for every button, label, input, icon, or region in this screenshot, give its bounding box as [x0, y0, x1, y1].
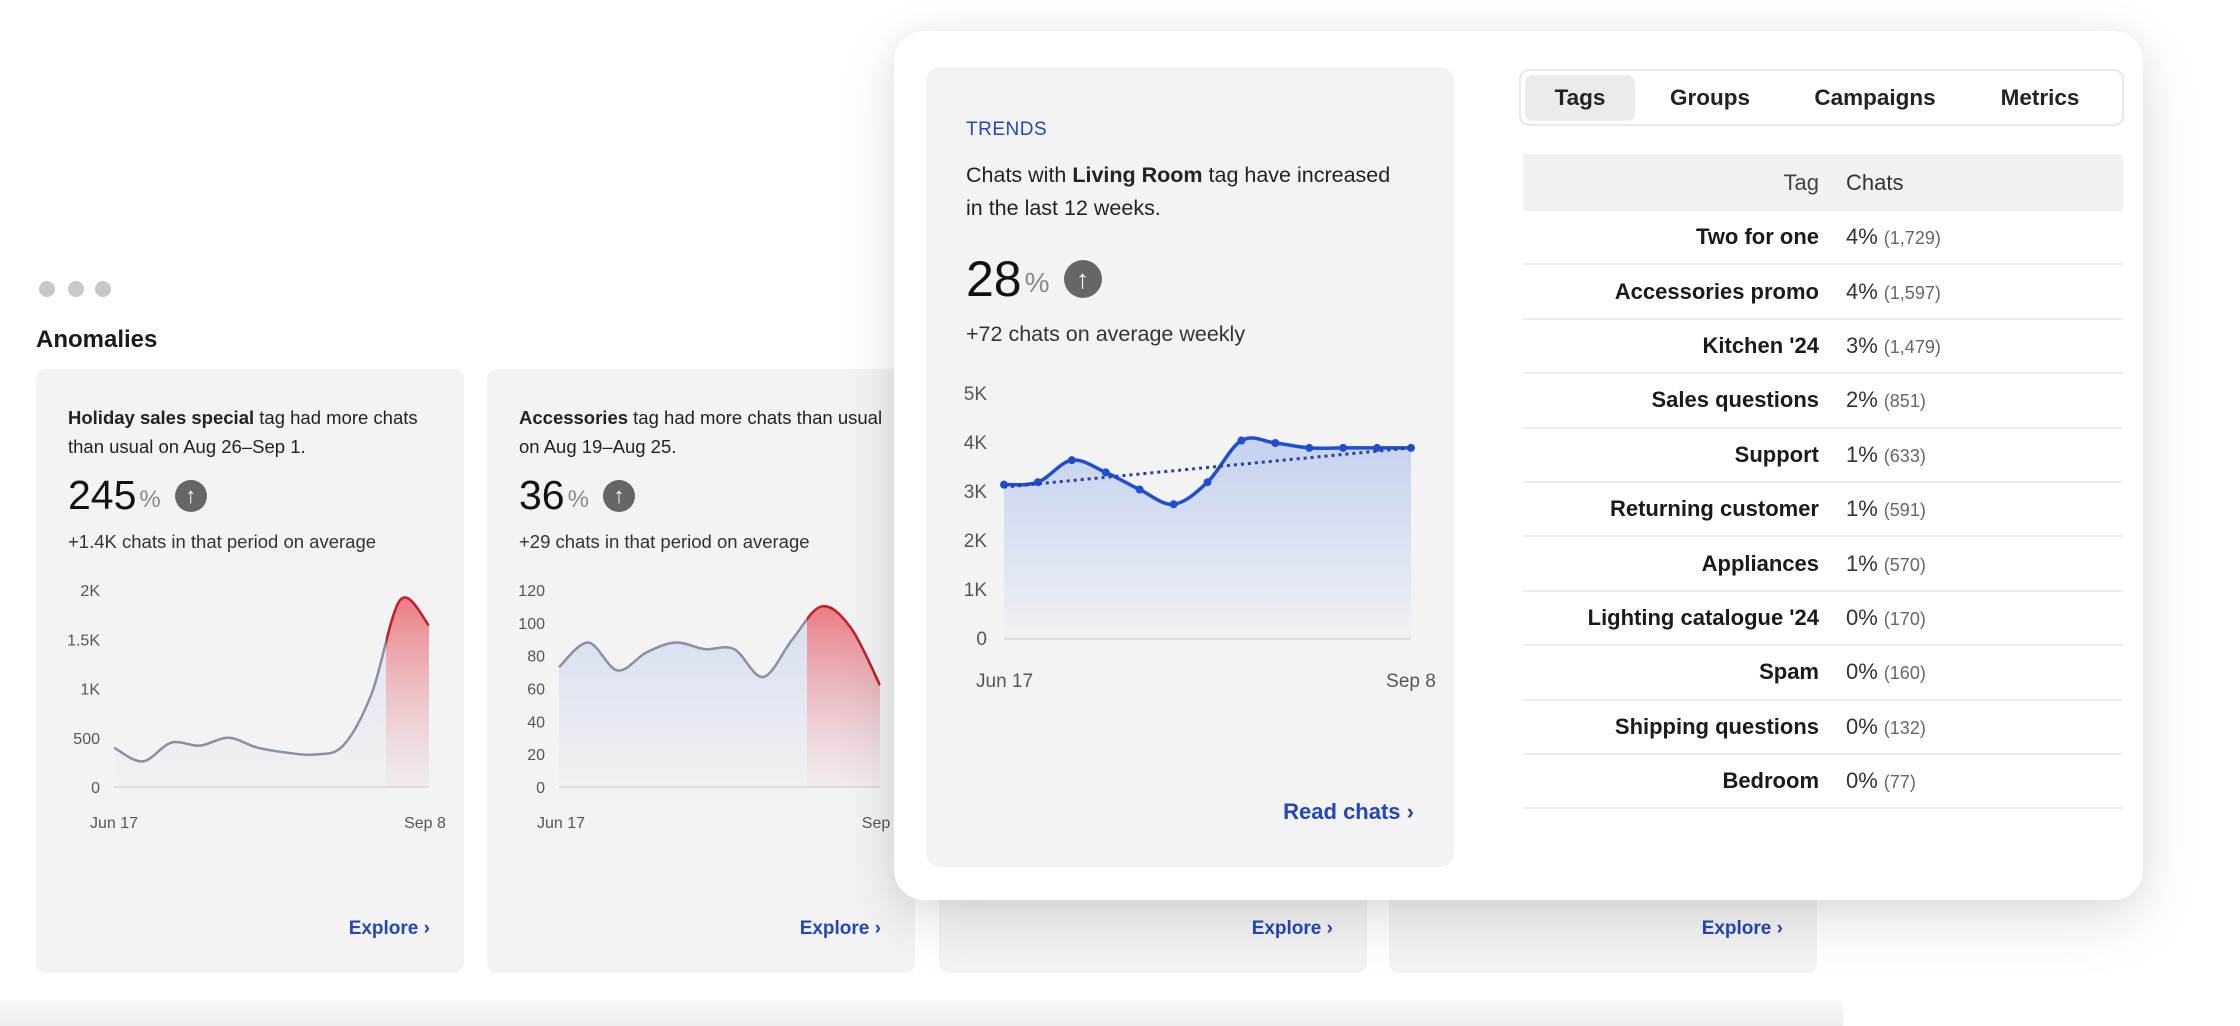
y-tick-label: 0 [91, 780, 100, 797]
y-tick-label: 3K [964, 482, 988, 503]
row-tag: Kitchen '24 [1702, 332, 1820, 358]
y-tick-label: 2K [80, 583, 100, 600]
trends-card: TRENDS Chats with Living Room tag have i… [926, 67, 1454, 867]
x-tick-label: Sep 8 [1386, 671, 1436, 692]
data-point [1101, 468, 1110, 477]
table-row[interactable]: Accessories promo 4% (1,597) [1523, 265, 2123, 320]
x-tick-label: Jun 17 [537, 815, 585, 832]
row-chats: 0% (132) [1846, 713, 1926, 739]
row-chats: 1% (591) [1846, 496, 1926, 522]
row-chats: 1% (633) [1846, 441, 1926, 467]
chart-area [114, 597, 429, 787]
window-dot [68, 281, 84, 297]
table-header: Tag Chats [1523, 154, 2123, 211]
table-row[interactable]: Kitchen '24 3% (1,479) [1523, 320, 2123, 375]
tags-table: Tag Chats Two for one 4% (1,729) Accessorie… [1523, 154, 2123, 810]
x-tick-label: Sep [862, 815, 891, 832]
read-chats-link[interactable]: Read chats › [1283, 799, 1414, 825]
explore-link[interactable]: Explore › [1702, 918, 1783, 940]
row-chats: 4% (1,597) [1846, 278, 1941, 304]
y-tick-label: 2K [964, 531, 988, 552]
data-point [1169, 500, 1178, 509]
row-tag: Two for one [1695, 224, 1819, 250]
tab-tags[interactable]: Tags [1525, 74, 1635, 121]
table-row[interactable]: Support 1% (633) [1523, 429, 2123, 483]
y-tick-label: 500 [73, 731, 100, 748]
y-tick-label: 5K [964, 384, 988, 405]
trends-chart: 0 1K 2K 3K 4K 5K Jun 17 Sep 8 [964, 384, 1436, 692]
y-tick-label: 40 [527, 714, 545, 731]
x-tick-label: Jun 17 [976, 671, 1033, 692]
row-tag: Bedroom [1722, 768, 1819, 794]
x-tick-label: Jun 17 [90, 815, 138, 832]
data-point [1271, 439, 1280, 447]
row-tag: Returning customer [1609, 496, 1819, 522]
table-row[interactable]: Bedroom 0% (77) [1523, 755, 2123, 810]
y-tick-label: 100 [518, 616, 545, 633]
row-chats: 2% (851) [1846, 387, 1926, 413]
table-row[interactable]: Shipping questions 0% (132) [1523, 701, 2123, 755]
y-tick-label: 4K [964, 433, 988, 454]
tab-bar: Tags Groups Campaigns Metrics [1519, 69, 2124, 126]
row-chats: 0% (170) [1846, 604, 1926, 630]
data-point [1237, 436, 1246, 445]
y-tick-label: 20 [527, 747, 545, 764]
y-tick-label: 80 [527, 649, 545, 666]
row-tag: Accessories promo [1614, 278, 1819, 304]
row-chats: 4% (1,729) [1846, 224, 1941, 250]
row-chats: 3% (1,479) [1846, 332, 1941, 358]
row-tag: Sales questions [1651, 387, 1819, 413]
table-row[interactable]: Two for one 4% (1,729) [1523, 211, 2123, 266]
column-header-tag[interactable]: Tag [1523, 170, 1819, 196]
anomaly-card: Holiday sales special tag had more chats… [36, 369, 464, 973]
anomaly-chart: 0 500 1K 1.5K 2K Jun 17 Sep 8 [67, 583, 446, 832]
row-tag: Support [1734, 441, 1819, 467]
row-tag: Lighting catalogue '24 [1587, 604, 1819, 630]
y-tick-label: 0 [976, 629, 987, 650]
y-tick-label: 120 [518, 583, 545, 600]
row-tag: Appliances [1701, 550, 1819, 576]
window-dot [95, 281, 111, 297]
data-point [1203, 478, 1212, 487]
tab-campaigns[interactable]: Campaigns [1785, 75, 1965, 121]
explore-link[interactable]: Explore › [1252, 918, 1333, 940]
table-row[interactable]: Spam 0% (160) [1523, 646, 2123, 701]
row-chats: 1% (570) [1846, 550, 1926, 576]
x-tick-label: Sep 8 [404, 815, 446, 832]
y-tick-label: 1K [80, 682, 100, 699]
table-row[interactable]: Sales questions 2% (851) [1523, 374, 2123, 429]
y-tick-label: 1.5K [67, 632, 100, 649]
table-row[interactable]: Returning customer 1% (591) [1523, 483, 2123, 538]
section-title: Anomalies [36, 326, 158, 353]
tab-metrics[interactable]: Metrics [1965, 75, 2115, 121]
table-row[interactable]: Appliances 1% (570) [1523, 537, 2123, 592]
y-tick-label: 1K [964, 580, 988, 601]
anomaly-chart: 0 20 40 60 80 100 120 Jun 17 Sep [518, 583, 891, 832]
row-tag: Spam [1759, 659, 1819, 685]
data-point [1339, 443, 1348, 452]
bottom-band [0, 1000, 1843, 1026]
data-point [1067, 456, 1076, 465]
data-point [1305, 443, 1314, 452]
explore-link[interactable]: Explore › [800, 918, 881, 940]
row-chats: 0% (160) [1846, 659, 1926, 685]
column-header-chats[interactable]: Chats [1819, 170, 1903, 196]
tab-groups[interactable]: Groups [1635, 75, 1785, 121]
explore-link[interactable]: Explore › [349, 918, 430, 940]
y-tick-label: 60 [527, 682, 545, 699]
window-dot [39, 281, 55, 297]
row-tag: Shipping questions [1614, 713, 1819, 739]
table-row[interactable]: Lighting catalogue '24 0% (170) [1523, 592, 2123, 647]
anomaly-card: Accessories tag had more chats than usua… [487, 369, 915, 973]
data-point [1135, 485, 1144, 494]
row-chats: 0% (77) [1846, 768, 1916, 794]
y-tick-label: 0 [536, 780, 545, 797]
